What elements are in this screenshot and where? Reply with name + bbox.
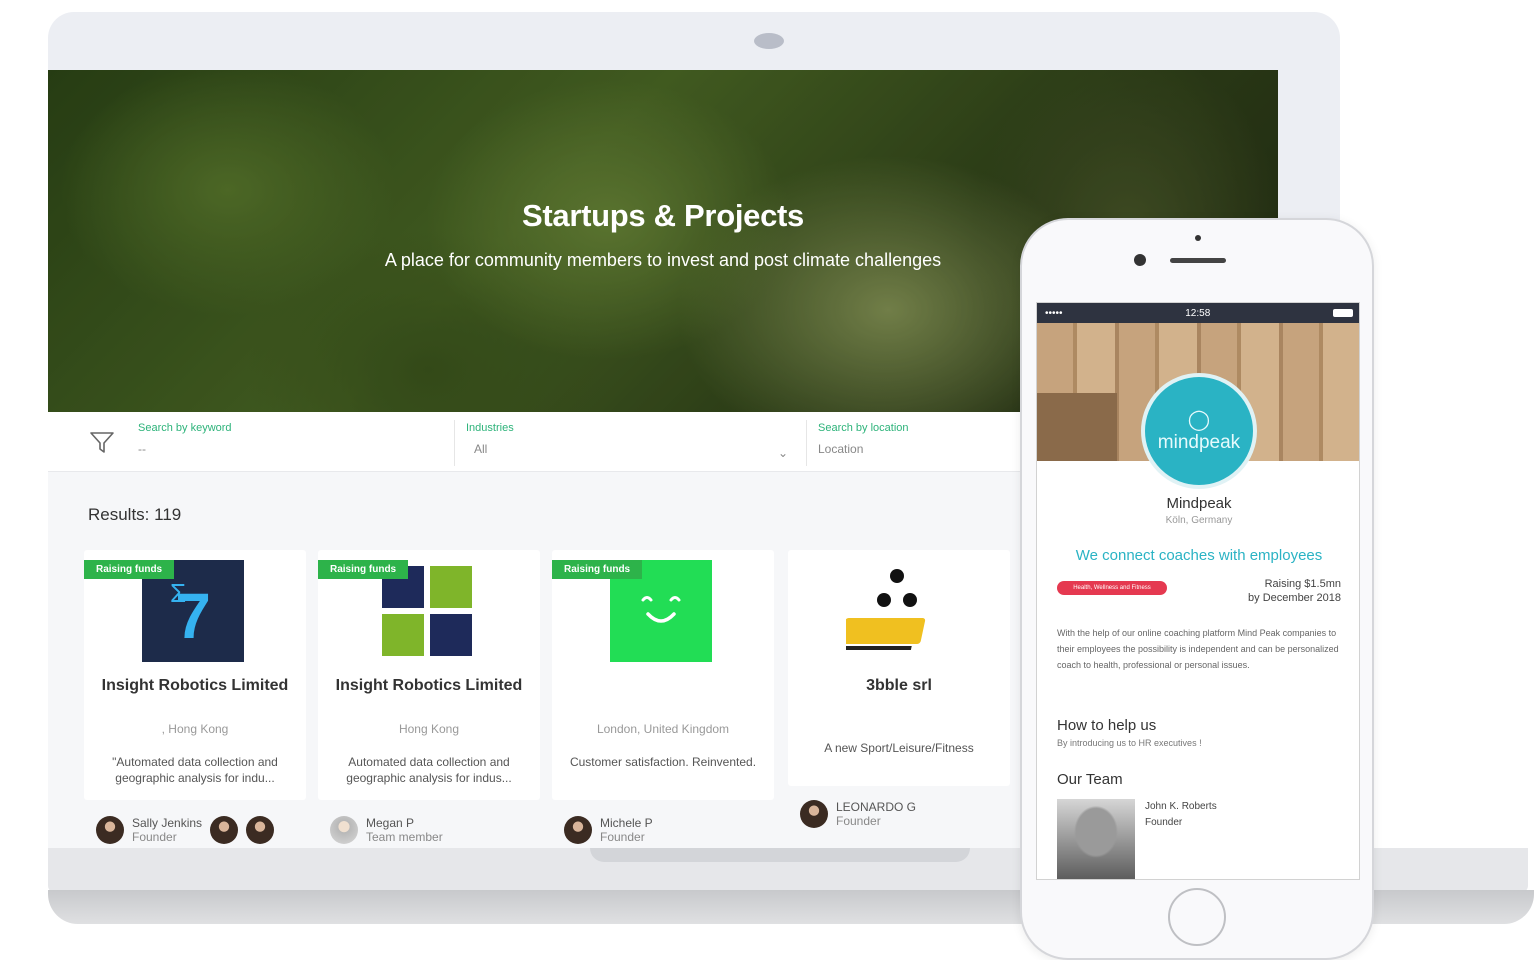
card-team-row: Michele P Founder [564,810,653,848]
chevron-down-icon[interactable]: ⌄ [778,446,788,460]
industries-select[interactable]: Industries All [466,422,796,456]
member-name-block: Megan P Team member [366,816,443,844]
member-role: Founder [600,830,645,844]
startup-card[interactable]: Raising funds 7 Σ Insight Robotics Limit… [84,550,306,800]
card-title[interactable]: 3bble srl [788,674,1010,697]
member-name: Megan P [366,816,415,830]
card-team-row: Sally Jenkins Founder [96,810,275,848]
avatar[interactable] [210,816,239,844]
company-description: With the help of our online coaching pla… [1057,628,1339,670]
card-team-row: Megan P Team member [330,810,443,848]
raising-funds-badge: Raising funds [552,560,643,579]
member-name: Michele P [600,816,653,830]
svg-text:Σ: Σ [170,578,186,608]
card-location: , Hong Kong [161,722,229,736]
raising-amount: Raising $1.5mn [1264,578,1341,590]
card-description: A new Sport/Leisure/Fitness [824,741,974,755]
phone-sensor [1195,235,1201,241]
member-role: Founder [132,830,177,844]
logo-3bble-icon [840,569,926,650]
home-button[interactable] [1168,888,1226,946]
member-name-block: Sally Jenkins Founder [132,816,202,844]
company-tagline: We connect coaches with employees [1075,547,1323,564]
avatar[interactable] [564,816,592,844]
member-name: John K. Roberts [1145,801,1217,812]
member-info: John K. Roberts Founder [1145,799,1217,831]
card-location: Hong Kong [398,722,460,736]
card-description: Customer satisfaction. Reinvented. [569,755,757,769]
card-team-row: LEONARDO G Founder [800,794,916,834]
company-name: Mindpeak [1166,495,1232,512]
avatar[interactable] [330,816,358,844]
hero-subtitle: A place for community members to invest … [384,250,942,270]
signal-icon: ••••• [1045,307,1063,319]
raising-info: Raising $1.5mn by December 2018 [1248,577,1341,605]
member-name-block: LEONARDO G Founder [836,800,916,828]
avatar[interactable] [800,800,828,828]
logo-text: mindpeak [1157,432,1241,453]
member-role: Founder [1145,817,1183,828]
avatar[interactable] [246,816,275,844]
company-logo: ◯ mindpeak [1141,373,1257,489]
laptop-camera [754,33,784,49]
raising-deadline: by December 2018 [1248,592,1341,604]
card-description: Automated data collection and geographic… [346,755,512,785]
location-search-input[interactable]: Location [818,442,1018,456]
company-city: Köln, Germany [1165,515,1233,526]
device-mockup: Startups & Projects A place for communit… [0,0,1538,960]
help-heading: How to help us [1057,717,1157,734]
location-search-field[interactable]: Search by location Location [818,422,1018,456]
help-subtext: By introducing us to HR executives ! [1057,738,1202,748]
card-title[interactable]: Insight Robotics Limited [84,674,306,697]
keyword-search-field[interactable]: Search by keyword -- [138,422,458,456]
card-description: "Automated data collection and geographi… [112,755,278,785]
hero-title: Startups & Projects [522,198,804,233]
avatar[interactable] [96,816,124,844]
member-role: Founder [836,814,881,828]
member-name-block: Michele P Founder [600,816,653,844]
laptop-notch [590,848,970,862]
battery-icon [1332,309,1353,317]
member-name: Sally Jenkins [132,816,203,830]
play-icon: ◯ [1187,409,1211,431]
phone-frame: ••••• 12:58 ◯ mindpeak Mindpeak Köln, Ge… [1020,218,1374,960]
industries-value[interactable]: All [466,442,796,456]
team-heading: Our Team [1057,771,1123,788]
divider [806,420,807,466]
phone-screen: ••••• 12:58 ◯ mindpeak Mindpeak Köln, Ge… [1036,302,1360,880]
company-logo [840,560,948,662]
member-photo[interactable] [1057,799,1135,879]
card-location: London, United Kingdom [596,722,730,736]
member-role: Team member [366,830,443,844]
raising-funds-badge: Raising funds [84,560,175,579]
keyword-search-input[interactable]: -- [138,442,458,456]
raising-funds-badge: Raising funds [318,560,409,579]
member-name: LEONARDO G [836,800,917,814]
filter-icon[interactable] [88,428,116,456]
results-count: Results: 119 [88,505,182,524]
phone-status-bar: ••••• 12:58 [1037,303,1359,323]
location-search-label: Search by location [818,422,909,434]
industries-label: Industries [466,422,514,434]
startup-card[interactable]: Raising funds Insight Robotics Limited H… [318,550,540,800]
industry-tag[interactable]: Health, Wellness and Fitness [1057,581,1167,595]
divider [454,420,455,466]
card-title[interactable]: Insight Robotics Limited [318,674,540,697]
startup-card[interactable]: Raising funds London, United Kingdom Cus… [552,550,774,800]
keyword-search-label: Search by keyword [138,422,232,434]
status-time: 12:58 [1185,307,1211,319]
startup-card[interactable]: 3bble srl A new Sport/Leisure/Fitness [788,550,1010,786]
